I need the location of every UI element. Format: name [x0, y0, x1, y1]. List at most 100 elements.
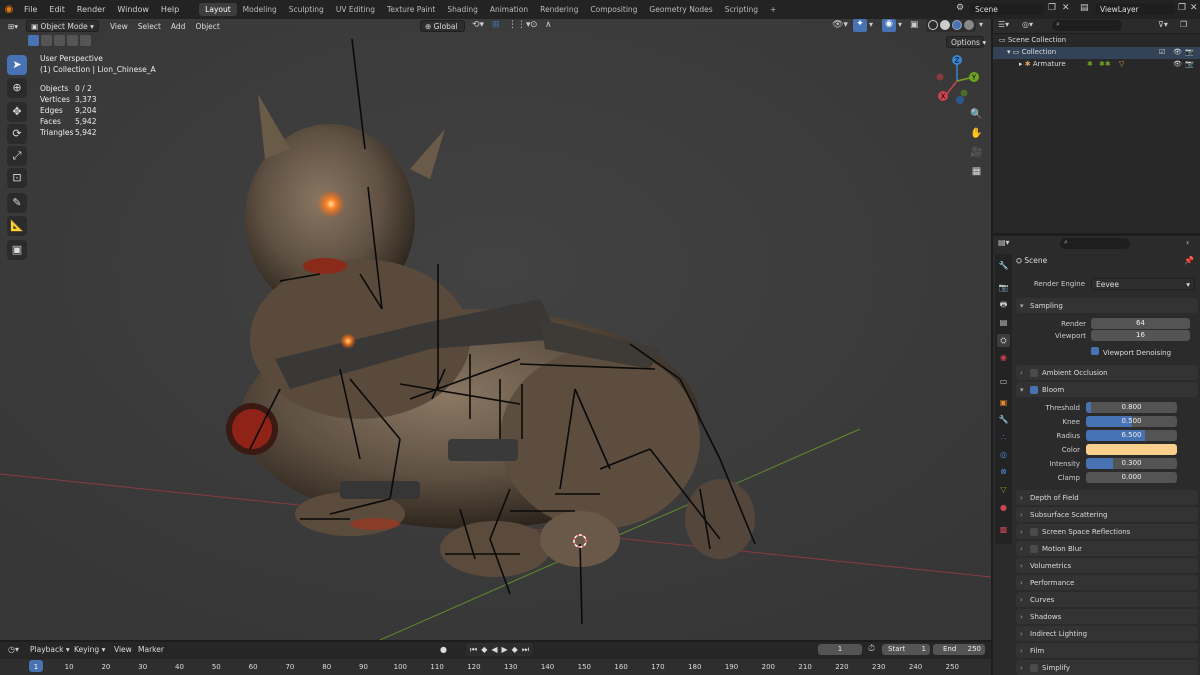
- overlays-dropdown-icon[interactable]: ▾: [898, 20, 902, 29]
- select-box-tool[interactable]: ➤: [7, 55, 27, 75]
- options-button[interactable]: Options ▾: [946, 36, 986, 48]
- add-workspace-button[interactable]: +: [764, 3, 782, 16]
- next-keyframe-icon[interactable]: ◆: [512, 643, 518, 656]
- view-layer-icon[interactable]: ▤: [1080, 3, 1092, 15]
- timeline-editor-icon[interactable]: ◷▾: [8, 645, 19, 654]
- texture-tab-icon[interactable]: ▩: [997, 523, 1010, 536]
- object-tab-icon[interactable]: ▣: [997, 396, 1010, 409]
- solid-shading-icon[interactable]: [940, 20, 950, 30]
- armature-eye-icon[interactable]: 👁: [1173, 60, 1182, 68]
- start-frame-field[interactable]: Start 1: [882, 644, 930, 655]
- tab-scripting[interactable]: Scripting: [719, 3, 764, 16]
- jump-end-icon[interactable]: ⏭: [522, 643, 529, 656]
- properties-search-input[interactable]: ⌕: [1060, 238, 1130, 249]
- collection-item[interactable]: ▾ ▭ Collection: [1007, 48, 1056, 56]
- render-samples-field[interactable]: 64: [1091, 318, 1190, 329]
- sampling-panel-header[interactable]: ▾ Sampling: [1016, 298, 1198, 313]
- snap-icon[interactable]: ⊞: [492, 20, 500, 30]
- performance-panel-header[interactable]: › Performance: [1016, 575, 1198, 590]
- tab-geometry-nodes[interactable]: Geometry Nodes: [643, 3, 718, 16]
- transform-tool[interactable]: ⊡: [7, 168, 27, 188]
- tab-rendering[interactable]: Rendering: [534, 3, 584, 16]
- simplify-panel-header[interactable]: › Simplify: [1016, 660, 1198, 675]
- exclude-checkbox[interactable]: ☑: [1159, 48, 1165, 56]
- new-view-layer-icon[interactable]: ❐: [1178, 3, 1188, 15]
- film-panel-header[interactable]: › Film: [1016, 643, 1198, 658]
- pivot-point-icon[interactable]: ⟲▾: [472, 20, 484, 30]
- filter-icon[interactable]: ⊽▾: [1158, 20, 1168, 29]
- view-layer-tab-icon[interactable]: ▤: [997, 316, 1010, 329]
- select-new-icon[interactable]: [28, 35, 39, 46]
- tab-compositing[interactable]: Compositing: [584, 3, 643, 16]
- modifiers-tab-icon[interactable]: 🔧: [997, 413, 1010, 426]
- scene-tab-icon[interactable]: ⛭: [997, 334, 1010, 347]
- add-cube-tool[interactable]: ▣: [7, 240, 27, 260]
- simplify-checkbox[interactable]: [1030, 663, 1038, 672]
- particles-tab-icon[interactable]: ∴: [997, 431, 1010, 444]
- delete-scene-icon[interactable]: ✕: [1062, 3, 1072, 15]
- record-keyframe-icon[interactable]: ●: [440, 645, 447, 654]
- material-shading-icon[interactable]: [952, 20, 962, 30]
- select-intersect-icon[interactable]: [80, 35, 91, 46]
- snap-target-icon[interactable]: ⋮⋮▾: [508, 20, 531, 30]
- playback-menu[interactable]: Playback ▾: [26, 644, 74, 656]
- world-tab-icon[interactable]: ◉: [997, 351, 1010, 364]
- tab-sculpting[interactable]: Sculpting: [283, 3, 330, 16]
- move-tool[interactable]: ✥: [7, 102, 27, 122]
- prev-keyframe-icon[interactable]: ◆: [481, 643, 487, 656]
- end-frame-field[interactable]: End 250: [933, 644, 985, 655]
- menu-help[interactable]: Help: [155, 5, 185, 14]
- mode-selector[interactable]: ▣ Object Mode ▾: [26, 20, 99, 32]
- perspective-grid-icon[interactable]: ▦: [968, 163, 985, 180]
- menu-file[interactable]: File: [18, 5, 43, 14]
- shading-dropdown-icon[interactable]: ▾: [979, 20, 983, 29]
- play-icon[interactable]: ▶: [502, 643, 508, 656]
- shadows-panel-header[interactable]: › Shadows: [1016, 609, 1198, 624]
- curves-panel-header[interactable]: › Curves: [1016, 592, 1198, 607]
- stopwatch-icon[interactable]: ⏱: [868, 644, 875, 654]
- select-invert-icon[interactable]: [67, 35, 78, 46]
- render-tab-icon[interactable]: 📷: [997, 281, 1010, 294]
- display-mode-icon[interactable]: ◎▾: [1022, 20, 1033, 29]
- proportional-falloff-icon[interactable]: ∧: [545, 20, 552, 30]
- view-layer-selector[interactable]: ViewLayer: [1095, 3, 1175, 15]
- editor-type-icon[interactable]: ⊞▾: [0, 22, 22, 31]
- bloom-color-swatch[interactable]: [1086, 444, 1177, 455]
- properties-editor-icon[interactable]: ▤▾: [998, 238, 1010, 247]
- constraints-tab-icon[interactable]: ⊗: [997, 465, 1010, 478]
- menu-object[interactable]: Object: [190, 22, 224, 31]
- pan-hand-icon[interactable]: ✋: [968, 125, 985, 142]
- subsurface-scattering-panel-header[interactable]: › Subsurface Scattering: [1016, 507, 1198, 522]
- outliner-scene-collection[interactable]: ▭ Scene Collection: [999, 36, 1066, 44]
- zoom-icon[interactable]: 🔍: [968, 106, 985, 123]
- motion-blur-checkbox[interactable]: [1030, 544, 1038, 553]
- knee-slider[interactable]: 0.500: [1086, 416, 1177, 427]
- marker-menu[interactable]: Marker: [134, 644, 168, 656]
- keying-menu[interactable]: Keying ▾: [70, 644, 109, 656]
- select-extend-icon[interactable]: [41, 35, 52, 46]
- material-tab-icon[interactable]: ●: [997, 501, 1010, 514]
- camera-view-icon[interactable]: 🎥: [968, 144, 985, 161]
- menu-render[interactable]: Render: [71, 5, 111, 14]
- cursor-tool[interactable]: ⊕: [7, 78, 27, 98]
- ssr-panel-header[interactable]: › Screen Space Reflections: [1016, 524, 1198, 539]
- indirect-lighting-panel-header[interactable]: › Indirect Lighting: [1016, 626, 1198, 641]
- measure-tool[interactable]: 📐: [7, 216, 27, 236]
- new-collection-icon[interactable]: ❐: [1180, 20, 1187, 29]
- ambient-occlusion-checkbox[interactable]: [1030, 368, 1038, 377]
- bloom-checkbox[interactable]: [1030, 385, 1038, 394]
- tab-animation[interactable]: Animation: [484, 3, 534, 16]
- proportional-edit-icon[interactable]: ⊙: [530, 20, 538, 30]
- new-scene-icon[interactable]: ❐: [1048, 3, 1058, 15]
- ambient-occlusion-panel-header[interactable]: › Ambient Occlusion: [1016, 365, 1198, 380]
- outliner-search-input[interactable]: ⌕: [1052, 20, 1122, 31]
- jump-start-icon[interactable]: ⏮: [470, 643, 477, 656]
- rendered-shading-icon[interactable]: [964, 20, 974, 30]
- tab-texture-paint[interactable]: Texture Paint: [381, 3, 441, 16]
- tab-uv-editing[interactable]: UV Editing: [330, 3, 381, 16]
- navigation-gizmo[interactable]: Z Y X: [930, 53, 980, 113]
- bloom-panel-header[interactable]: ▾ Bloom: [1016, 382, 1198, 397]
- annotate-tool[interactable]: ✎: [7, 193, 27, 213]
- wireframe-shading-icon[interactable]: [928, 20, 938, 30]
- motion-blur-panel-header[interactable]: › Motion Blur: [1016, 541, 1198, 556]
